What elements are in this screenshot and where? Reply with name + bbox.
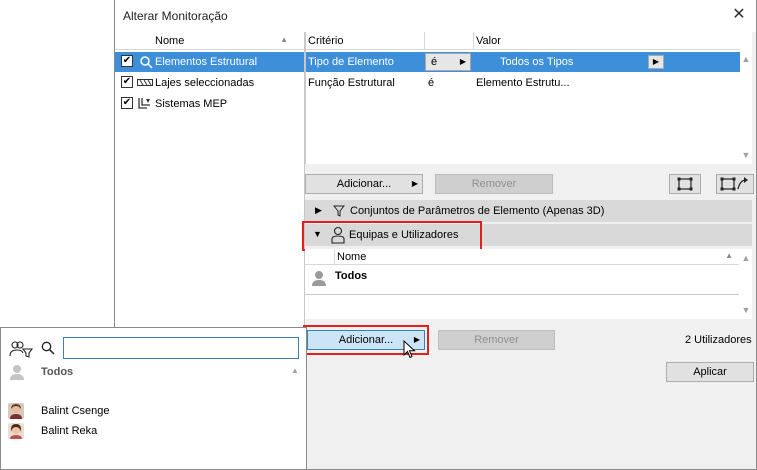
checkbox-elementos-estrutural[interactable]: ✔ <box>121 55 133 67</box>
users-cell-nome: Todos <box>335 270 368 282</box>
checkbox-lajes-seleccionadas[interactable]: ✔ <box>121 76 133 88</box>
mep-icon <box>138 98 150 109</box>
list-item-label: Elementos Estrutural <box>155 56 258 68</box>
list-item-elementos-estrutural[interactable]: ✔ Elementos Estrutural <box>115 52 304 72</box>
apply-label: Aplicar <box>693 366 727 378</box>
user-option-label: Balint Reka <box>41 425 98 437</box>
list-item-label: Lajes seleccionadas <box>155 77 255 89</box>
triangle-right-icon: ▶ <box>315 205 322 215</box>
criteria-cell-criterio: Tipo de Elemento <box>308 56 394 68</box>
group-user-icon <box>10 365 24 380</box>
triangle-right-icon: ▶ <box>459 57 466 66</box>
user-search-input[interactable] <box>63 337 299 359</box>
rotate-selection-button[interactable] <box>716 174 754 194</box>
user-option-balint-csenge[interactable]: Balint Csenge <box>1 401 291 421</box>
column-divider <box>473 32 474 50</box>
search-icon <box>41 341 55 355</box>
scroll-down-icon[interactable]: ▼ <box>740 305 752 315</box>
title-bar: Alterar Monitoração ✕ <box>115 0 756 32</box>
user-filter-icon[interactable] <box>9 340 33 358</box>
value-picker-button[interactable]: ▶ <box>648 55 664 69</box>
list-item-label: Sistemas MEP <box>155 98 228 110</box>
scroll-up-icon[interactable]: ▲ <box>740 253 752 263</box>
remove-users-button[interactable]: Remover <box>438 330 555 350</box>
triangle-right-icon: ▶ <box>411 179 418 188</box>
slab-icon <box>137 79 153 86</box>
scroll-down-icon[interactable]: ▼ <box>740 150 752 160</box>
users-header: Nome ▲ <box>305 249 739 265</box>
section-label: Conjuntos de Parâmetros de Elemento (Ape… <box>350 205 605 217</box>
scroll-up-icon[interactable]: ▲ <box>291 366 299 375</box>
group-user-icon <box>312 271 326 286</box>
checkbox-sistemas-mep[interactable]: ✔ <box>121 97 133 109</box>
close-icon[interactable]: ✕ <box>730 6 748 24</box>
sort-ascending-icon[interactable]: ▲ <box>725 251 733 260</box>
rotate-frame-icon <box>720 177 748 191</box>
user-picker-popup: Todos ▲ Balint Csenge Balint Reka <box>0 327 307 470</box>
user-option-label: Todos <box>41 366 74 378</box>
monitor-list: Nome ▲ ✔ Elementos Estrutural ✔ Lajes se… <box>115 32 305 332</box>
list-header-nome: Nome <box>155 35 185 47</box>
criteria-cell-op: é <box>428 77 435 89</box>
criteria-cell-valor: Todos os Tipos <box>500 56 574 68</box>
select-frame-icon <box>677 177 693 191</box>
structural-icon <box>140 56 153 69</box>
user-option-label: Balint Csenge <box>41 405 110 417</box>
criteria-cell-valor: Elemento Estrutu... <box>476 77 570 89</box>
column-divider <box>334 249 335 265</box>
apply-button[interactable]: Aplicar <box>666 362 754 382</box>
users-table: Nome ▲ Todos ▲ ▼ <box>305 249 752 319</box>
section-parameter-sets[interactable]: ▶ Conjuntos de Parâmetros de Elemento (A… <box>305 200 752 222</box>
users-count: 2 Utilizadores <box>685 334 752 346</box>
column-divider <box>424 32 425 50</box>
add-criteria-button[interactable]: Adicionar... ▶ <box>305 174 423 194</box>
list-item-lajes-seleccionadas[interactable]: ✔ Lajes seleccionadas <box>115 73 304 93</box>
dialog-title: Alterar Monitoração <box>123 9 228 23</box>
user-option-all[interactable]: Todos <box>1 362 291 384</box>
criteria-header-valor: Valor <box>476 35 501 47</box>
highlight-box <box>302 221 482 251</box>
criteria-row[interactable]: Função Estrutural é Elemento Estrutu... <box>306 73 740 93</box>
criteria-row[interactable]: Tipo de Elemento é ▶ Todos os Tipos ▶ <box>306 52 740 72</box>
select-elements-button[interactable] <box>669 174 701 194</box>
user-option-balint-reka[interactable]: Balint Reka <box>1 421 291 441</box>
filter-icon <box>333 205 345 217</box>
remove-users-label: Remover <box>474 334 519 346</box>
users-header-nome: Nome <box>337 251 367 263</box>
operator-value: é <box>431 56 438 68</box>
user-avatar-icon <box>8 423 24 439</box>
list-item-sistemas-mep[interactable]: ✔ Sistemas MEP <box>115 94 304 114</box>
criteria-table: Critério Valor Tipo de Elemento é ▶ Todo… <box>305 32 752 164</box>
criteria-cell-criterio: Função Estrutural <box>308 77 395 89</box>
criteria-header-criterio: Critério <box>308 35 344 47</box>
criteria-header: Critério Valor <box>306 32 740 50</box>
remove-criteria-button[interactable]: Remover <box>435 174 553 194</box>
users-row[interactable]: Todos <box>305 267 739 289</box>
operator-select[interactable]: é ▶ <box>425 53 471 71</box>
divider <box>305 294 739 295</box>
add-criteria-label: Adicionar... <box>336 178 392 190</box>
scroll-up-icon[interactable]: ▲ <box>740 54 752 64</box>
sort-ascending-icon[interactable]: ▲ <box>280 35 288 44</box>
list-header[interactable]: Nome ▲ <box>115 32 304 50</box>
remove-criteria-label: Remover <box>471 178 517 190</box>
user-avatar-icon <box>8 403 24 419</box>
mouse-cursor-icon <box>403 340 416 359</box>
